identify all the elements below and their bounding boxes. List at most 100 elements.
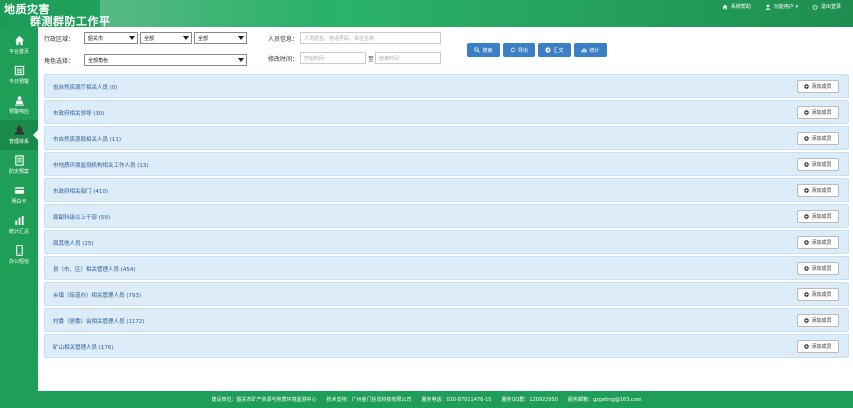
group-title[interactable]: 市政府相关领导 (30)	[53, 109, 105, 117]
add-member-label: 添加成员	[811, 292, 832, 298]
search-icon	[474, 47, 481, 53]
app-logo: 地质灾害 群测群防工作平台	[0, 0, 120, 27]
calendar-icon	[14, 65, 24, 76]
add-member-button[interactable]: 添加成员	[797, 288, 839, 301]
add-member-button[interactable]: 添加成员	[797, 158, 839, 171]
add-member-button[interactable]: 添加成员	[797, 314, 839, 327]
sidebar-item-management[interactable]: 管理体系	[0, 120, 38, 150]
add-member-label: 添加成员	[811, 214, 832, 220]
plus-circle-icon	[804, 292, 810, 297]
help-link[interactable]: 系统帮助	[722, 3, 751, 10]
footer-support: 技术支持：广州金门信息科技有限公司	[326, 397, 412, 403]
add-member-button[interactable]: 添加成员	[797, 210, 839, 223]
sidebar-item-warning-response[interactable]: 预警响应	[0, 90, 38, 120]
add-member-label: 添加成员	[811, 318, 832, 324]
end-time-input[interactable]: 结束时间	[375, 52, 441, 64]
sidebar-item-home[interactable]: 平台首页	[0, 30, 38, 60]
chevron-down-icon	[238, 36, 244, 40]
group-row[interactable]: 局副科级以上干部 (59) 添加成员	[44, 204, 849, 228]
top-header: 地质灾害 群测群防工作平台 系统帮助 功能用户 ▾ 退出登录	[0, 0, 853, 27]
plus-circle-icon	[804, 344, 810, 349]
sidebar-item-label: 平台首页	[8, 49, 29, 55]
stats-button-label: 统计	[589, 47, 600, 54]
add-member-label: 添加成员	[811, 84, 832, 90]
region-city-select[interactable]: 韶关市	[84, 32, 138, 44]
management-icon	[14, 125, 24, 135]
footer: 建设单位：韶关市矿产资源与地质环境监测中心 技术支持：广州金门信息科技有限公司 …	[0, 391, 853, 408]
add-member-label: 添加成员	[811, 266, 832, 272]
bar-chart-icon	[582, 48, 587, 53]
region-city-value: 韶关市	[88, 36, 104, 42]
group-title[interactable]: 县（市、区）相关管理人员 (454)	[53, 265, 136, 273]
add-member-button[interactable]: 添加成员	[797, 132, 839, 145]
sidebar-item-plan[interactable]: 防灾预案	[0, 150, 38, 180]
group-row[interactable]: 局其他人员 (25) 添加成员	[44, 230, 849, 254]
export-button-label: 导出	[517, 47, 528, 54]
chevron-down-icon	[183, 36, 189, 40]
group-row[interactable]: 市地质环境监测机构相关工作人员 (13) 添加成员	[44, 152, 849, 176]
group-title[interactable]: 市政府相关部门 (410)	[53, 187, 108, 195]
add-member-button[interactable]: 添加成员	[797, 106, 839, 119]
group-title[interactable]: 矿山相关管理人员 (176)	[53, 343, 114, 351]
user-menu[interactable]: 功能用户 ▾	[765, 3, 798, 10]
role-label: 角色选择：	[44, 58, 75, 65]
plus-circle-icon	[804, 84, 810, 89]
header-decoration	[100, 0, 320, 27]
group-title[interactable]: 局副科级以上干部 (59)	[53, 213, 110, 221]
add-member-button[interactable]: 添加成员	[797, 340, 839, 353]
group-row[interactable]: 省自然资源厅相关人员 (0) 添加成员	[44, 74, 849, 98]
export-button[interactable]: 导出	[503, 43, 535, 57]
power-icon	[812, 3, 818, 10]
sidebar-item-today-warning[interactable]: 今日预警	[0, 60, 38, 90]
sidebar-item-label: 明白卡	[11, 199, 27, 205]
search-button[interactable]: 搜索	[467, 43, 500, 57]
plus-circle-icon	[804, 110, 810, 115]
group-title[interactable]: 省自然资源厅相关人员 (0)	[53, 83, 118, 91]
group-title[interactable]: 乡镇（街道办）相关管理人员 (793)	[53, 291, 141, 299]
add-member-button[interactable]: 添加成员	[797, 80, 839, 93]
group-row[interactable]: 县（市、区）相关管理人员 (454) 添加成员	[44, 256, 849, 280]
group-row[interactable]: 市自然资源局相关人员 (11) 添加成员	[44, 126, 849, 150]
help-link-label: 系统帮助	[730, 4, 751, 10]
group-row[interactable]: 矿山相关管理人员 (176) 添加成员	[44, 334, 849, 358]
stats-button[interactable]: 统计	[574, 43, 607, 57]
group-row[interactable]: 市政府相关领导 (30) 添加成员	[44, 100, 849, 124]
search-button-label: 搜索	[482, 47, 493, 54]
region-county-select[interactable]: 全部	[140, 32, 192, 44]
start-time-placeholder: 开始时间	[304, 56, 325, 62]
person-info-input[interactable]: 人员姓名、电话号码、单位名称	[300, 32, 441, 44]
add-member-label: 添加成员	[811, 240, 832, 246]
person-info-label: 人员信息：	[268, 36, 299, 43]
sidebar-item-label: 预警响应	[8, 109, 29, 115]
add-member-button[interactable]: 添加成员	[797, 184, 839, 197]
group-title[interactable]: 局其他人员 (25)	[53, 239, 94, 247]
region-town-select[interactable]: 全部	[194, 32, 247, 44]
group-title[interactable]: 市地质环境监测机构相关工作人员 (13)	[53, 161, 149, 169]
start-time-input[interactable]: 开始时间	[300, 52, 366, 64]
sidebar-item-label: 今日预警	[8, 79, 29, 85]
app-title-line2: 群测群防工作平台	[30, 15, 111, 27]
sidebar-item-sms[interactable]: 办公短信	[0, 240, 38, 270]
chevron-down-icon	[129, 36, 135, 40]
add-member-label: 添加成员	[811, 344, 832, 350]
add-member-button[interactable]: 添加成员	[797, 236, 839, 249]
add-member-button[interactable]: 添加成员	[797, 262, 839, 275]
group-row[interactable]: 乡镇（街道办）相关管理人员 (793) 添加成员	[44, 282, 849, 306]
home-icon	[14, 35, 24, 46]
user-menu-label: 功能用户 ▾	[773, 4, 798, 10]
logout-link[interactable]: 退出登录	[812, 3, 841, 10]
sidebar-item-label: 统计汇总	[8, 229, 29, 235]
summary-button-label: 汇交	[553, 47, 564, 54]
plus-circle-icon	[804, 214, 810, 219]
group-title[interactable]: 村委（居委）会相关管理人员 (1172)	[53, 317, 145, 325]
phone-icon	[15, 245, 23, 256]
group-row[interactable]: 村委（居委）会相关管理人员 (1172) 添加成员	[44, 308, 849, 332]
region-label: 行政区域：	[44, 36, 75, 43]
summary-button[interactable]: 汇交	[538, 43, 571, 57]
sidebar-item-stats[interactable]: 统计汇总	[0, 210, 38, 240]
card-icon	[14, 187, 24, 194]
group-title[interactable]: 市自然资源局相关人员 (11)	[53, 135, 121, 143]
sidebar-item-card[interactable]: 明白卡	[0, 180, 38, 210]
group-row[interactable]: 市政府相关部门 (410) 添加成员	[44, 178, 849, 202]
role-select[interactable]: 全部角色	[84, 54, 247, 66]
